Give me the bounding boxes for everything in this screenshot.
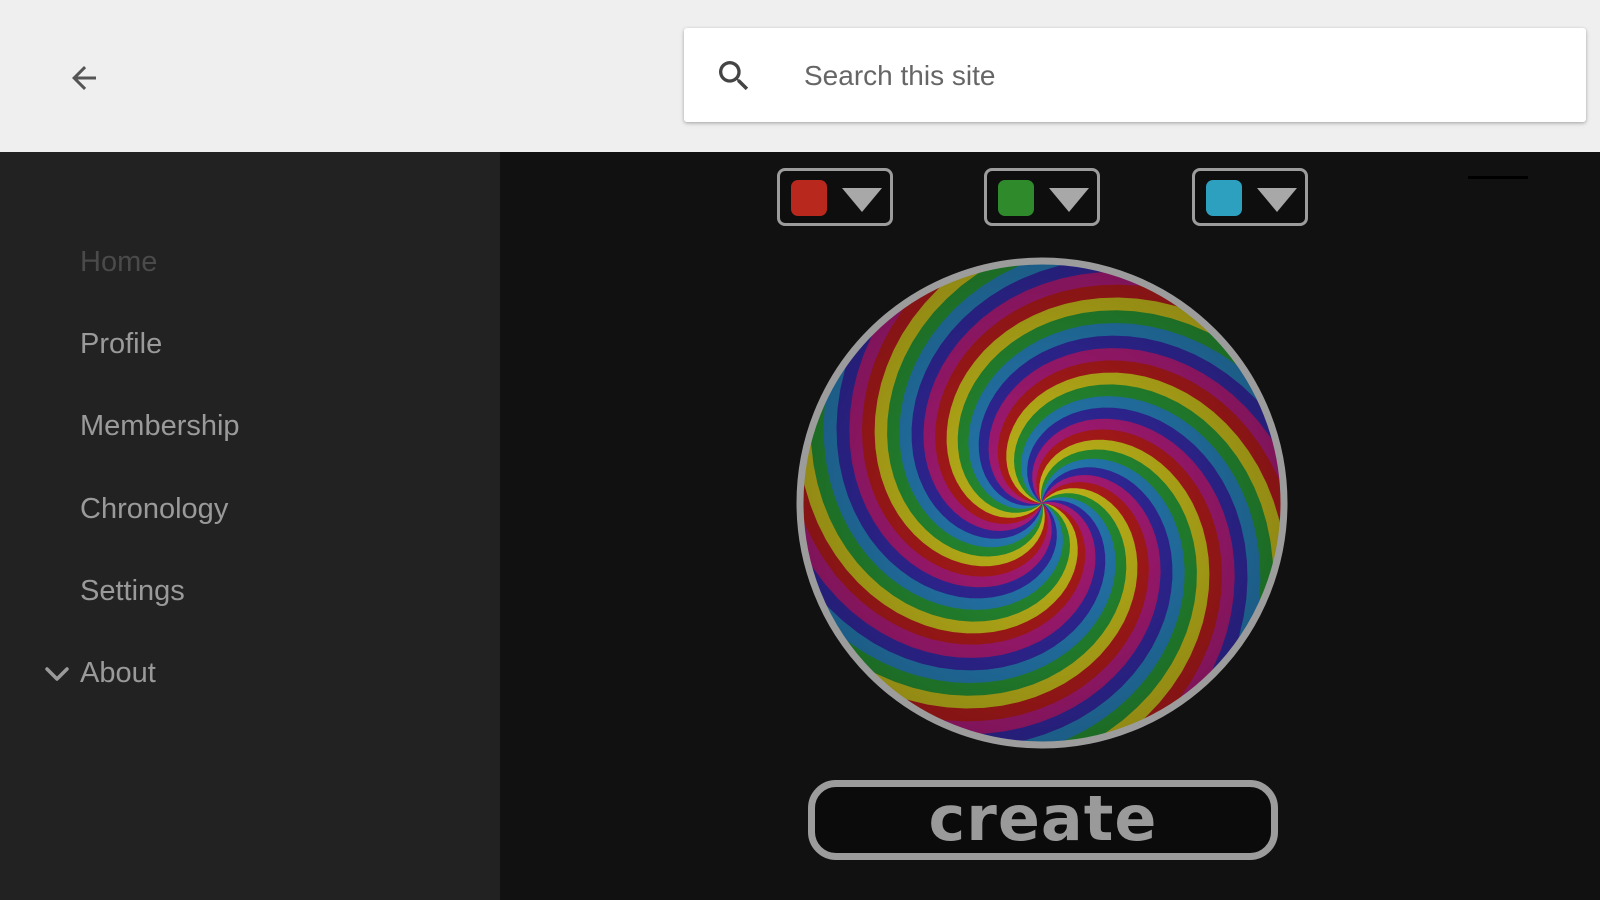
color-select-3[interactable] — [1192, 168, 1308, 226]
top-bar — [0, 0, 1600, 152]
back-button[interactable] — [58, 52, 110, 104]
triangle-down-icon — [1257, 188, 1297, 212]
divider — [1468, 176, 1528, 179]
main-content: create — [500, 152, 1600, 900]
triangle-down-icon — [1049, 188, 1089, 212]
sidebar-item-about[interactable]: About — [80, 657, 156, 690]
sidebar-item-home[interactable]: Home — [80, 246, 157, 279]
color-swatch — [998, 180, 1034, 216]
color-swatch — [1206, 180, 1242, 216]
search-icon[interactable] — [714, 56, 754, 96]
spiral-preview — [795, 256, 1289, 750]
spiral-image — [796, 257, 1288, 749]
sidebar: Home Profile Membership Chronology Setti… — [0, 152, 500, 900]
search-input[interactable] — [802, 50, 1546, 102]
sidebar-item-membership[interactable]: Membership — [80, 410, 240, 443]
color-select-2[interactable] — [984, 168, 1100, 226]
sidebar-item-settings[interactable]: Settings — [80, 575, 185, 608]
color-swatch — [791, 180, 827, 216]
arrow-left-icon — [72, 66, 96, 90]
search-box[interactable] — [684, 28, 1586, 122]
chevron-down-icon[interactable] — [42, 662, 72, 686]
create-button[interactable]: create — [808, 780, 1278, 860]
sidebar-item-profile[interactable]: Profile — [80, 328, 162, 361]
color-select-1[interactable] — [777, 168, 893, 226]
sidebar-item-chronology[interactable]: Chronology — [80, 493, 228, 526]
triangle-down-icon — [842, 188, 882, 212]
